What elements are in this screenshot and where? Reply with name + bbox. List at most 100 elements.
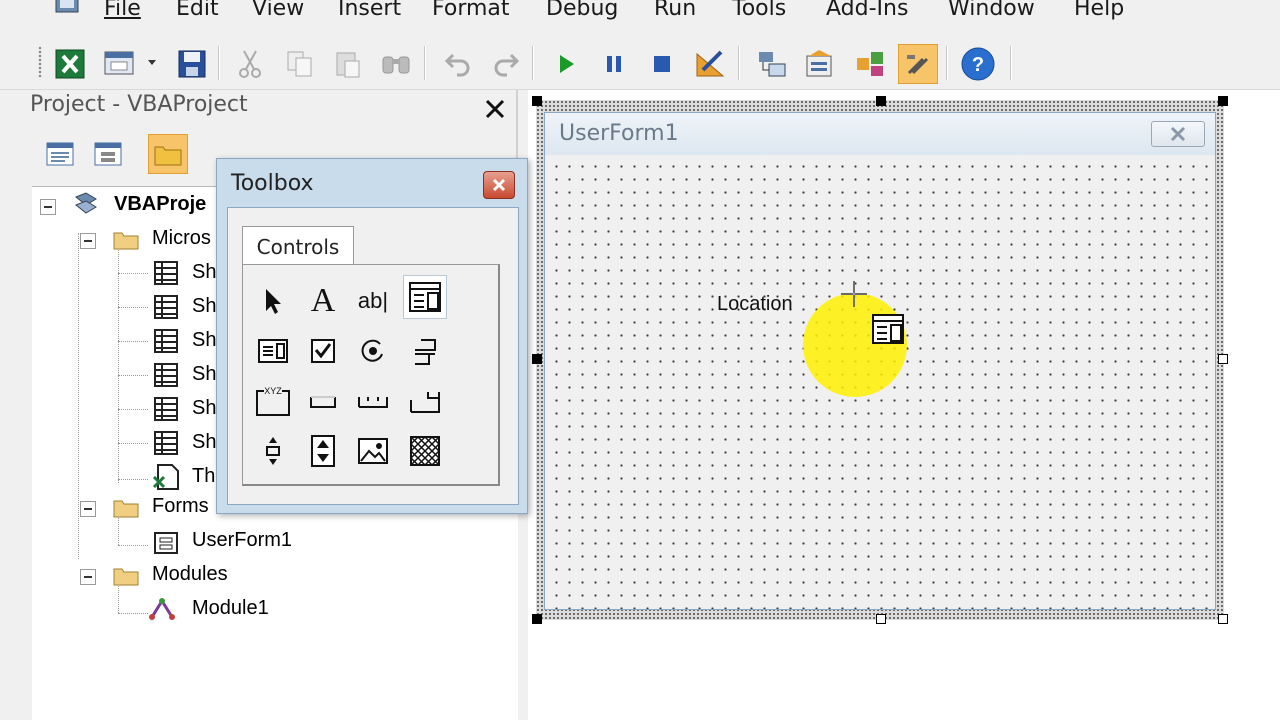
break-button[interactable] <box>594 44 634 84</box>
tree-item-sheet[interactable]: Sh <box>192 397 216 420</box>
listbox-tool[interactable] <box>251 329 295 373</box>
resize-handle <box>532 614 542 624</box>
menu-view[interactable]: View <box>252 0 304 21</box>
insert-userform-button[interactable] <box>100 44 140 84</box>
tree-item-sheet[interactable]: Sh <box>192 261 216 284</box>
userform-titlebar: UserForm1 <box>545 113 1215 155</box>
toolbox-window[interactable]: Toolbox Controls A ab| XYZ <box>216 158 528 514</box>
toggle-button-tool[interactable] <box>403 329 447 373</box>
tree-item-vbaproject[interactable]: VBAProje <box>114 193 206 216</box>
tree-collapse-toggle[interactable] <box>80 233 96 249</box>
command-button-icon <box>310 396 336 408</box>
select-objects-tool[interactable] <box>251 279 295 323</box>
help-button[interactable]: ? <box>958 44 998 84</box>
textbox-tool[interactable]: ab| <box>351 279 395 323</box>
menu-help[interactable]: Help <box>1074 0 1124 21</box>
reset-button[interactable] <box>642 44 682 84</box>
checkbox-tool[interactable] <box>301 329 345 373</box>
tree-item-thisworkbook[interactable]: Th <box>192 465 215 488</box>
toolbox-close-button[interactable] <box>483 171 515 199</box>
redo-button[interactable] <box>486 44 526 84</box>
view-excel-button[interactable] <box>50 44 90 84</box>
menu-add-ins[interactable]: Add-Ins <box>826 0 908 21</box>
refedit-tool[interactable] <box>403 429 447 473</box>
combobox-tool[interactable] <box>403 275 447 319</box>
module-icon <box>149 598 175 620</box>
toggle-folders-button[interactable] <box>148 134 188 174</box>
tree-item-microsoft-excel-objects[interactable]: Micros <box>152 227 211 250</box>
menu-edit[interactable]: Edit <box>176 0 219 21</box>
tree-collapse-toggle[interactable] <box>40 199 56 215</box>
tree-collapse-toggle[interactable] <box>80 501 96 517</box>
project-panel-close-button[interactable] <box>480 94 510 124</box>
tree-item-sheet[interactable]: Sh <box>192 295 216 318</box>
userform-window[interactable]: UserForm1 Location <box>544 112 1216 610</box>
tree-item-forms[interactable]: Forms <box>152 495 209 518</box>
design-mode-button[interactable] <box>690 44 730 84</box>
spin-button-tool[interactable] <box>301 429 345 473</box>
vba-app-icon[interactable] <box>52 0 82 18</box>
image-tool[interactable] <box>351 429 395 473</box>
menu-tools[interactable]: Tools <box>732 0 786 21</box>
textbox-glyph-icon: ab| <box>357 288 389 313</box>
frame-tool[interactable]: XYZ <box>251 379 295 423</box>
menu-file[interactable]: File <box>104 0 141 21</box>
resize-handle[interactable] <box>876 614 886 624</box>
resize-handle <box>532 96 542 106</box>
view-object-icon <box>94 142 122 166</box>
multipage-tool[interactable] <box>403 379 447 423</box>
tree-collapse-toggle[interactable] <box>80 569 96 585</box>
listbox-icon <box>258 339 288 363</box>
crosshair-cursor-icon <box>841 281 867 307</box>
tree-item-sheet[interactable]: Sh <box>192 431 216 454</box>
view-code-button[interactable] <box>40 134 80 174</box>
toolbox-button[interactable] <box>898 44 938 84</box>
option-button-tool[interactable] <box>351 329 395 373</box>
menu-run[interactable]: Run <box>654 0 696 21</box>
object-browser-button[interactable] <box>850 44 890 84</box>
undo-button[interactable] <box>438 44 478 84</box>
cut-button[interactable] <box>230 44 270 84</box>
menu-insert[interactable]: Insert <box>338 0 401 21</box>
label-letter-icon: A <box>310 282 336 319</box>
run-button[interactable] <box>546 44 586 84</box>
userform-close-button[interactable] <box>1151 121 1205 147</box>
project-explorer-button[interactable] <box>752 44 792 84</box>
menu-format[interactable]: Format <box>432 0 510 21</box>
refedit-icon <box>410 436 440 466</box>
find-button[interactable] <box>376 44 416 84</box>
label-tool[interactable]: A <box>301 279 345 323</box>
menu-debug[interactable]: Debug <box>546 0 618 21</box>
scrollbar-tool[interactable] <box>251 429 295 473</box>
save-button[interactable] <box>172 44 212 84</box>
resize-handle[interactable] <box>1218 354 1228 364</box>
resize-handle <box>532 354 542 364</box>
copy-button[interactable] <box>280 44 320 84</box>
tree-item-modules[interactable]: Modules <box>152 563 228 586</box>
form-designer-area: UserForm1 Location <box>528 90 1280 720</box>
tab-controls[interactable]: Controls <box>242 226 354 266</box>
resize-handle[interactable] <box>1218 614 1228 624</box>
menu-window[interactable]: Window <box>948 0 1035 21</box>
toolbar-separator <box>532 46 534 80</box>
toolbar-separator <box>1010 46 1012 80</box>
dropdown-arrow-icon[interactable] <box>146 52 158 76</box>
toolbar-grip[interactable] <box>38 46 42 78</box>
tree-item-userform1[interactable]: UserForm1 <box>192 529 292 552</box>
userform-icon <box>154 532 178 554</box>
userform-design-grid[interactable]: Location <box>545 155 1215 609</box>
toolbox-title: Toolbox <box>231 171 314 196</box>
worksheet-icon <box>154 329 178 353</box>
tree-item-sheet[interactable]: Sh <box>192 363 216 386</box>
location-label[interactable]: Location <box>717 293 793 316</box>
tree-item-sheet[interactable]: Sh <box>192 329 216 352</box>
view-object-button[interactable] <box>88 134 128 174</box>
tree-item-module1[interactable]: Module1 <box>192 597 269 620</box>
paste-button[interactable] <box>328 44 368 84</box>
tabstrip-tool[interactable] <box>351 379 395 423</box>
close-icon <box>492 178 506 192</box>
run-icon <box>560 55 574 73</box>
properties-button[interactable] <box>800 44 840 84</box>
folder-icon <box>113 500 139 518</box>
command-button-tool[interactable] <box>301 379 345 423</box>
